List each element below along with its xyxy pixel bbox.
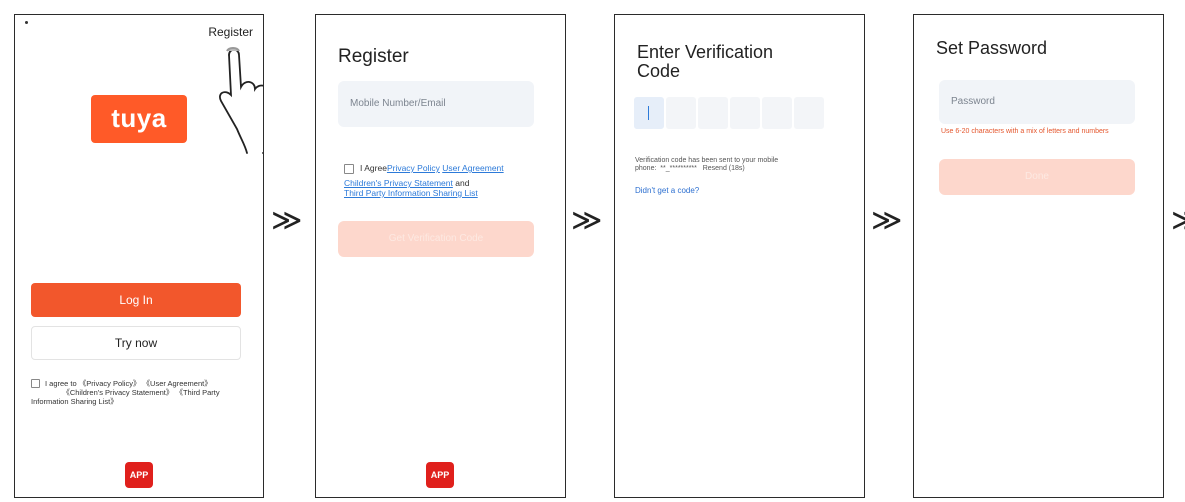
title-line1: Enter Verification [637,42,774,62]
screen-verification: Enter Verification Code Verification cod… [614,14,865,498]
agree-line3[interactable]: Information Sharing List》 [31,397,251,406]
step-arrow-3: ≫ [871,203,903,238]
step-arrow-4: ≫ [1171,206,1185,236]
tuya-logo: tuya [91,95,187,143]
page-title: Register [338,46,409,67]
page-title: Set Password [936,38,1048,58]
agree-row3: Third Party Information Sharing List [344,188,544,198]
agree-line1[interactable]: I agree to 《Privacy Policy》 《User Agreem… [45,379,212,388]
step-arrow-2: ≫ [571,203,603,238]
code-digit-6[interactable] [794,97,824,129]
third-party-link[interactable]: Third Party Information Sharing List [344,188,478,198]
mobile-email-input[interactable]: Mobile Number/Email [338,81,534,127]
agree-checkbox[interactable] [344,164,354,174]
password-hint: Use 6-20 characters with a mix of letter… [941,128,1109,135]
agree-line2[interactable]: 《Children's Privacy Statement》 《Third Pa… [31,388,251,397]
page-title: Enter Verification Code [637,43,773,81]
children-privacy-link[interactable]: Children's Privacy Statement [344,178,453,188]
screen-register: Register Mobile Number/Email I AgreePriv… [315,14,566,498]
code-digit-4[interactable] [730,97,760,129]
sent-line2: phone: **_********** Resend (18s) [635,165,745,172]
code-digit-5[interactable] [762,97,792,129]
agree-row1: I AgreePrivacy Policy User Agreement [360,163,544,173]
code-sent-notice: Verification code has been sent to your … [635,157,835,173]
register-link[interactable]: Register [208,25,253,39]
done-button[interactable]: Done [939,159,1135,195]
code-input-row[interactable] [634,97,824,129]
user-agreement-link[interactable]: User Agreement [442,163,503,173]
app-badge: APP [125,462,153,488]
and-text: and [452,178,470,188]
app-badge: APP [426,462,454,488]
code-digit-1[interactable] [634,97,664,129]
agree-row2: Children's Privacy Statement and [344,178,544,188]
screen-set-password: Set Password Password Use 6-20 character… [913,14,1164,498]
no-code-link[interactable]: Didn't get a code? [635,186,699,195]
screen-welcome: Register tuya Log In Try now I agree to … [14,14,264,498]
step-arrow-1: ≫ [271,203,303,238]
privacy-policy-link[interactable]: Privacy Policy [387,163,440,173]
code-digit-2[interactable] [666,97,696,129]
agreement-block: I AgreePrivacy Policy User Agreement Chi… [344,163,544,198]
code-digit-3[interactable] [698,97,728,129]
sent-line1: Verification code has been sent to your … [635,157,779,164]
password-input[interactable]: Password [939,80,1135,124]
get-code-button[interactable]: Get Verification Code [338,221,534,257]
try-now-button[interactable]: Try now [31,326,241,360]
logo-text: tuya [111,103,167,133]
text-cursor [648,106,649,120]
agreement-block: I agree to 《Privacy Policy》 《User Agreem… [31,379,251,406]
title-line2: Code [637,61,681,81]
login-button[interactable]: Log In [31,283,241,317]
pointing-hand-icon [219,47,263,154]
agree-prefix: I Agree [360,163,387,173]
agree-checkbox[interactable] [31,379,40,388]
status-dot [25,21,28,24]
